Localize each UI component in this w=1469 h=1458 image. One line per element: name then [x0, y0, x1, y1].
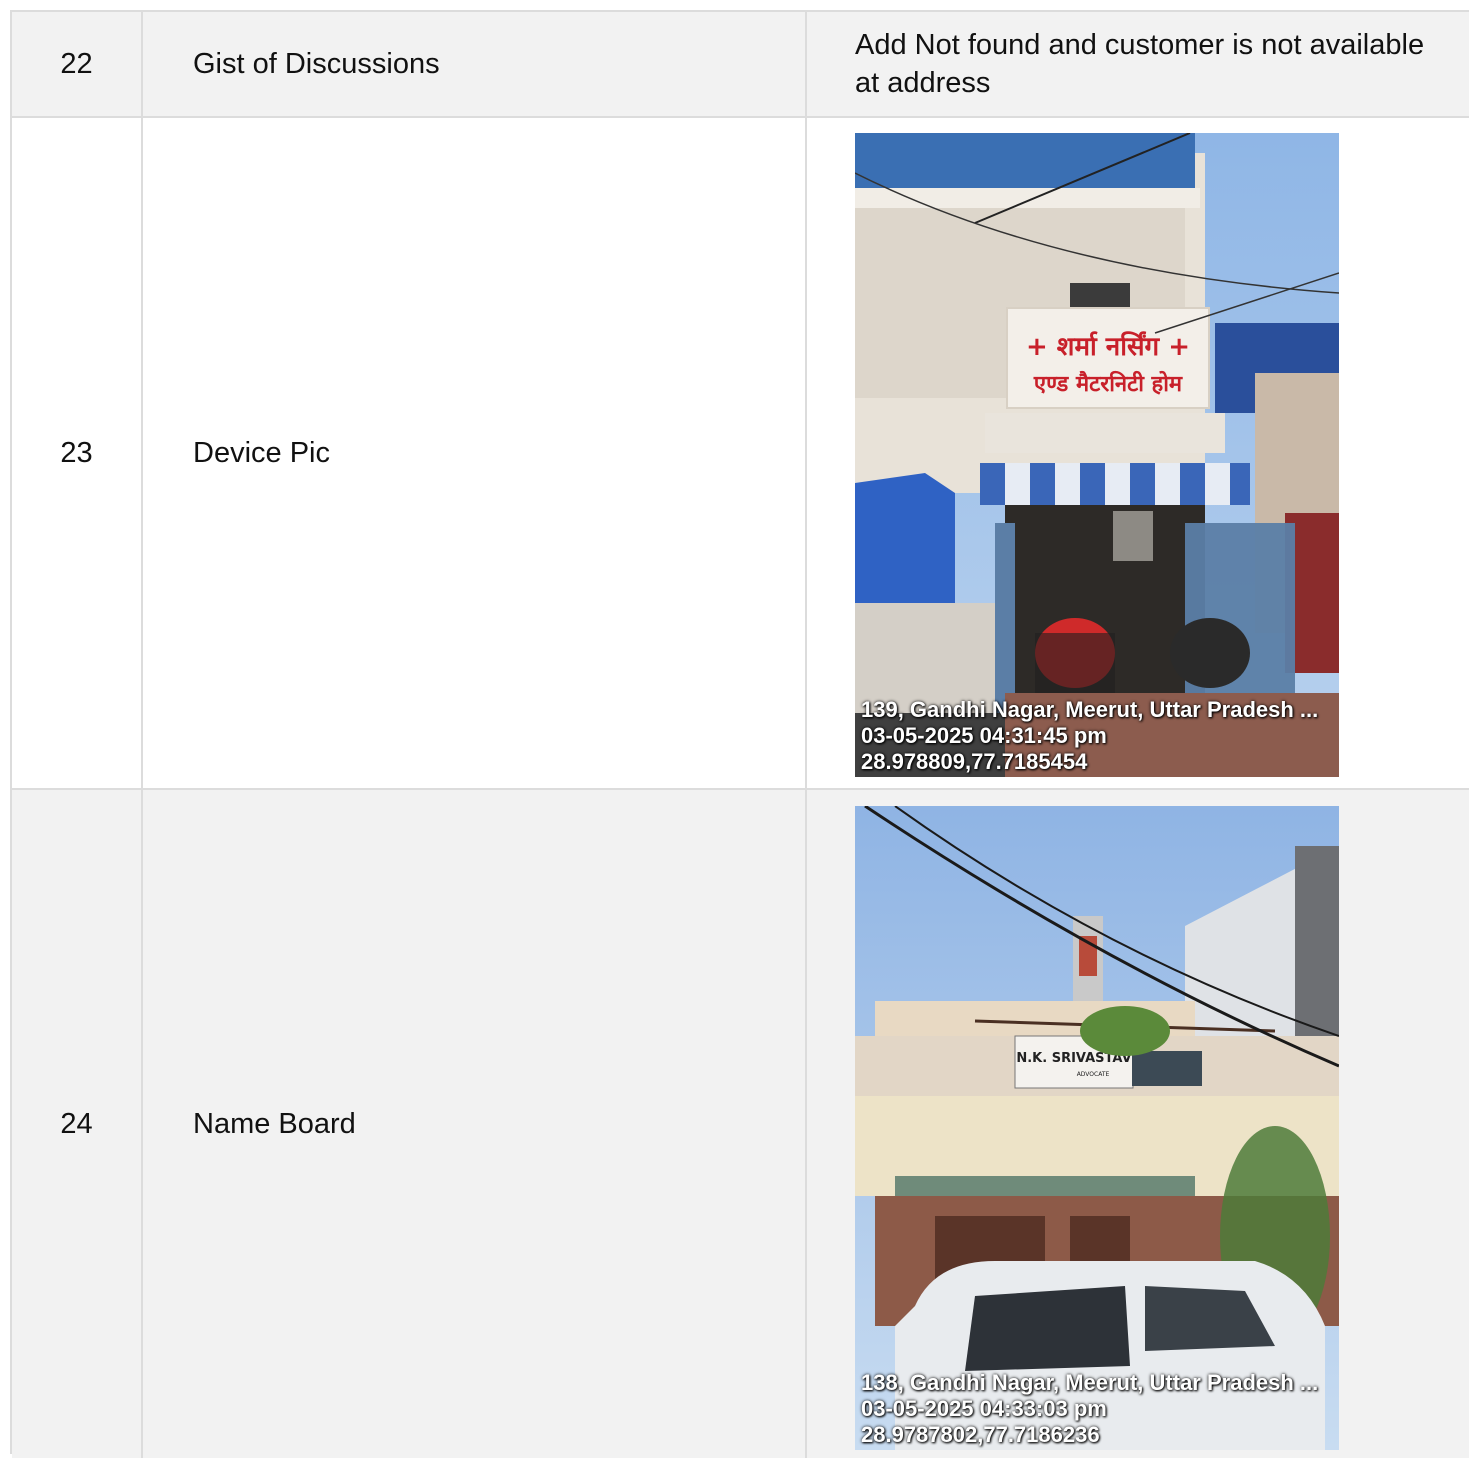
- device-photo: + शर्मा नर्सिंग + एण्ड मैटरनिटी होम 139,…: [855, 133, 1339, 777]
- row-number: 23: [60, 437, 93, 469]
- row-value-cell: + शर्मा नर्सिंग + एण्ड मैटरनिटी होम 139,…: [807, 118, 1469, 788]
- photo-geotag-overlay: 139, Gandhi Nagar, Meerut, Uttar Pradesh…: [861, 697, 1318, 775]
- photo-geotag-overlay: 138, Gandhi Nagar, Meerut, Uttar Pradesh…: [861, 1370, 1318, 1448]
- row-label: Gist of Discussions: [193, 48, 440, 80]
- row-value-cell: N.K. SRIVASTAV ADVOCATE 138, Gandhi Naga…: [807, 790, 1469, 1458]
- nursing-home-photo-image: + शर्मा नर्सिंग + एण्ड मैटरनिटी होम: [855, 133, 1339, 777]
- details-table: 22 Gist of Discussions Add Not found and…: [10, 10, 1469, 1458]
- row-label: Device Pic: [193, 437, 330, 469]
- photo-address: 139, Gandhi Nagar, Meerut, Uttar Pradesh…: [861, 697, 1319, 722]
- photo-address: 138, Gandhi Nagar, Meerut, Uttar Pradesh…: [861, 1370, 1319, 1395]
- photo-coordinates: 28.9787802,77.7186236: [861, 1422, 1100, 1447]
- photo-datetime: 03-05-2025 04:31:45 pm: [861, 723, 1107, 748]
- row-label-cell: Device Pic: [143, 118, 807, 788]
- row-label-cell: Name Board: [143, 790, 807, 1458]
- row-number: 22: [60, 48, 93, 80]
- row-number-cell: 24: [12, 790, 143, 1458]
- row-number: 24: [60, 1108, 93, 1140]
- name-board-photo: N.K. SRIVASTAV ADVOCATE 138, Gandhi Naga…: [855, 806, 1339, 1450]
- photo-datetime: 03-05-2025 04:33:03 pm: [861, 1396, 1107, 1421]
- row-value-cell: Add Not found and customer is not availa…: [807, 12, 1469, 116]
- photo-coordinates: 28.978809,77.7185454: [861, 749, 1088, 774]
- sign-line1: + शर्मा नर्सिंग +: [1026, 331, 1190, 362]
- row-label-cell: Gist of Discussions: [143, 12, 807, 116]
- gist-of-discussions-value: Add Not found and customer is not availa…: [855, 29, 1425, 99]
- table-row: 22 Gist of Discussions Add Not found and…: [12, 12, 1469, 118]
- nameboard-title: ADVOCATE: [1077, 1071, 1110, 1078]
- sign-line2: एण्ड मैटरनिटी होम: [1033, 370, 1183, 397]
- row-number-cell: 22: [12, 12, 143, 116]
- name-board-photo-image: N.K. SRIVASTAV ADVOCATE: [855, 806, 1339, 1450]
- row-number-cell: 23: [12, 118, 143, 788]
- table-row: 23 Device Pic + शर्मा नर्सिंग + एण्ड मैट…: [12, 118, 1469, 790]
- row-label: Name Board: [193, 1108, 356, 1140]
- table-row: 24 Name Board N.K. SRIVASTAV ADVOCATE 13…: [12, 790, 1469, 1458]
